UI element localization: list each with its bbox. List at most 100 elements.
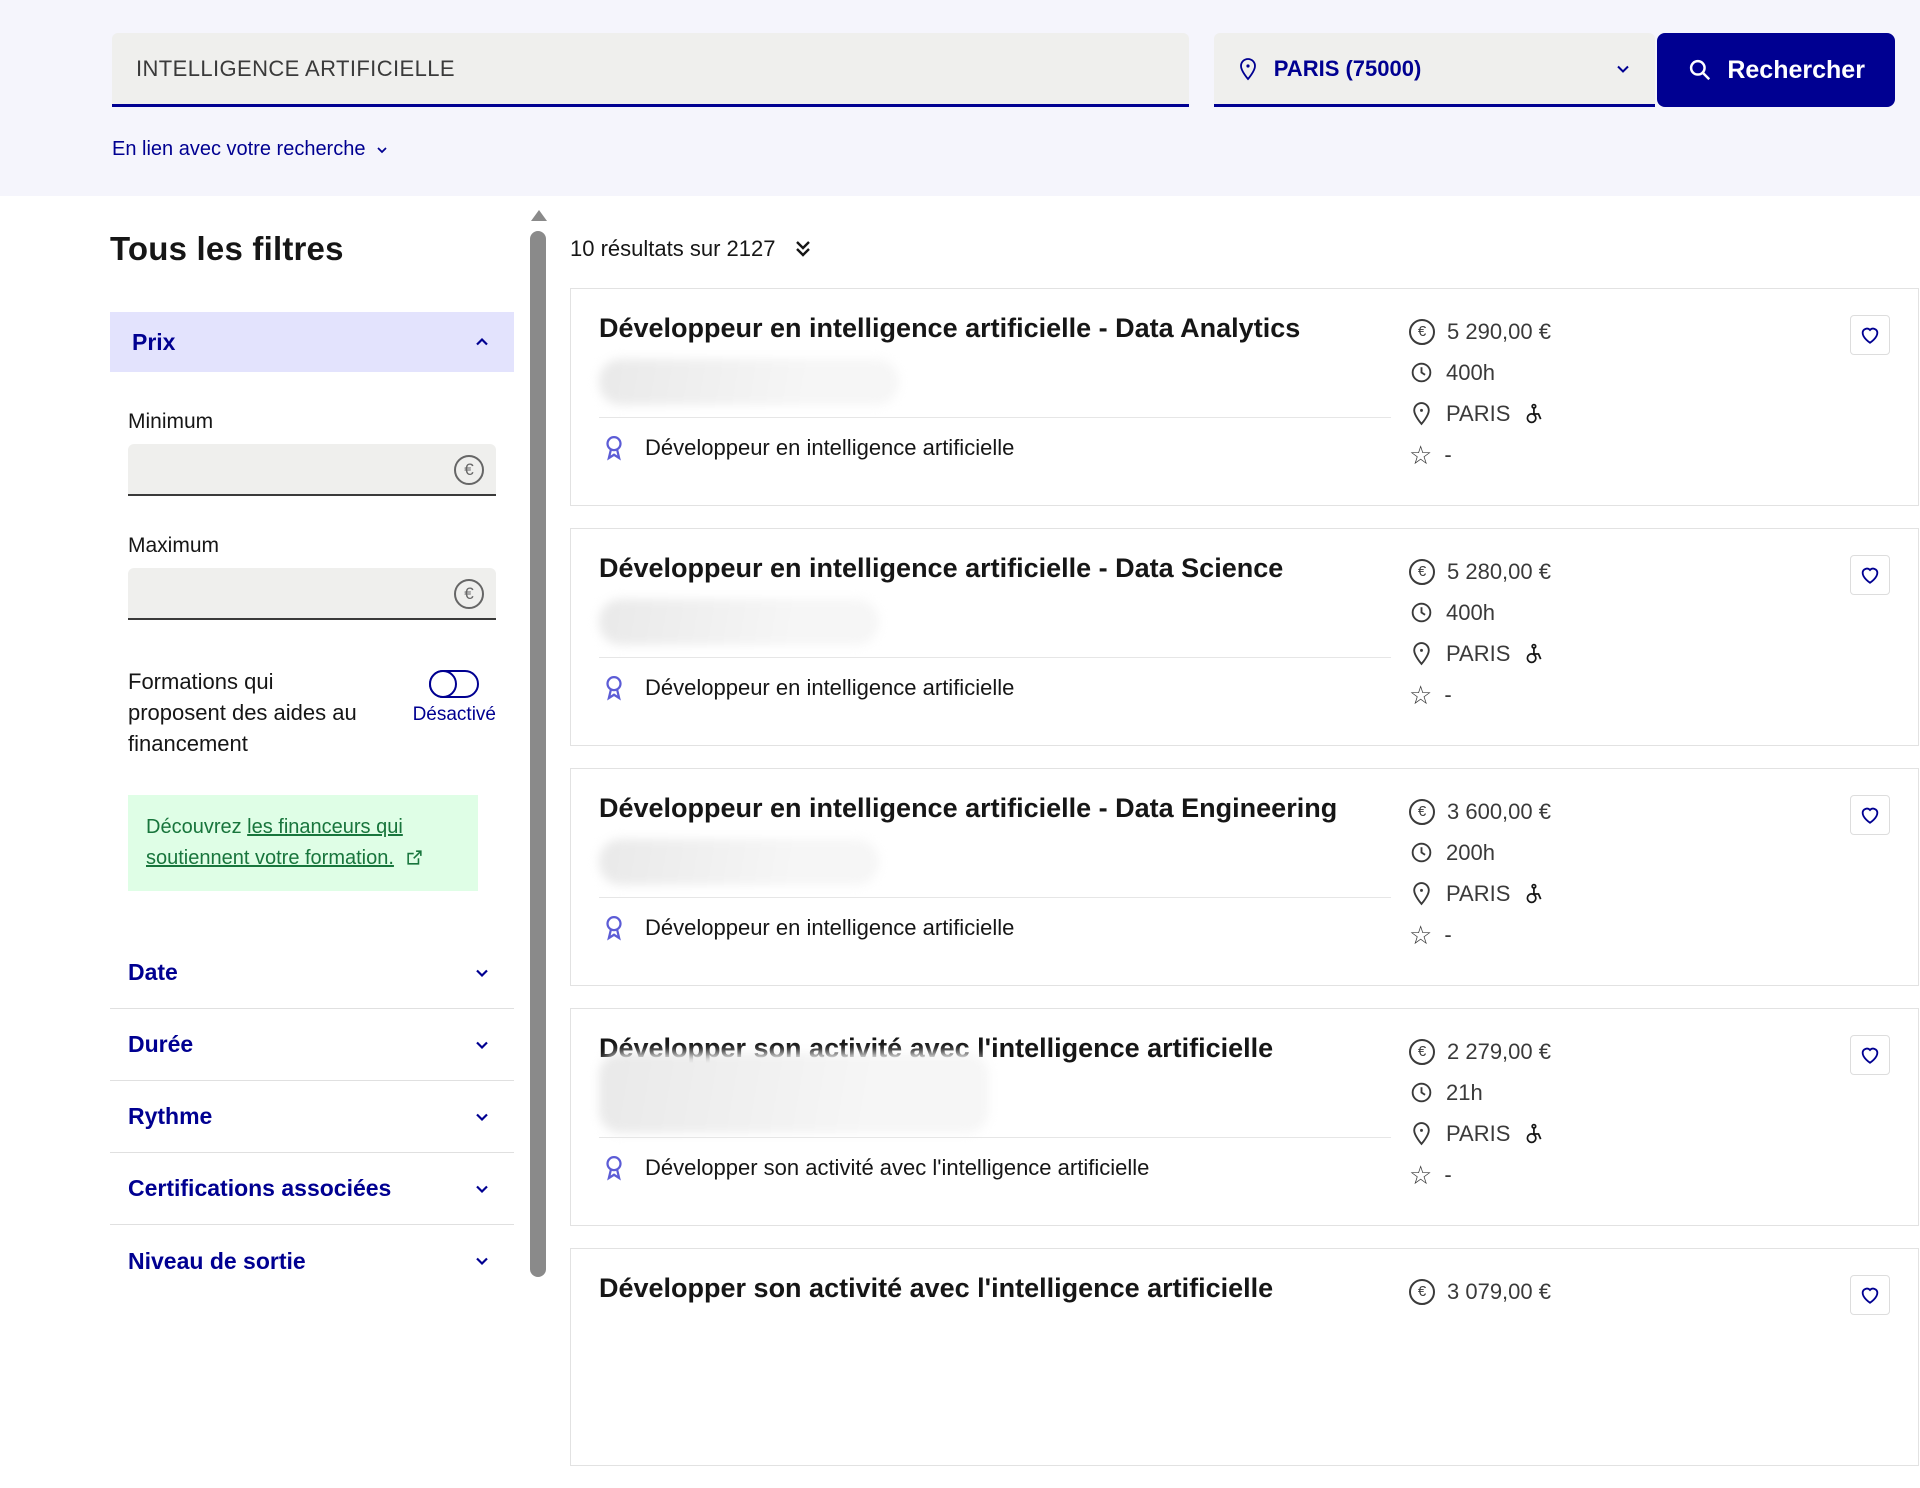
filter-prix-label: Prix bbox=[132, 328, 176, 355]
euro-icon: € bbox=[454, 579, 484, 609]
accordion-label: Date bbox=[128, 959, 178, 985]
financers-note: Découvrez les financeurs qui soutiennent… bbox=[128, 795, 478, 891]
location-pin-icon bbox=[1236, 57, 1260, 81]
clock-icon bbox=[1409, 600, 1434, 625]
filter-accordion-certifications[interactable]: Certifications associées bbox=[110, 1153, 514, 1225]
sidebar-scrollbar[interactable] bbox=[530, 210, 548, 1280]
course-title[interactable]: Développeur en intelligence artificielle… bbox=[599, 793, 1379, 824]
favorite-button[interactable] bbox=[1850, 315, 1890, 355]
star-icon: ☆ bbox=[1409, 439, 1433, 470]
favorite-button[interactable] bbox=[1850, 795, 1890, 835]
euro-icon: € bbox=[454, 455, 484, 485]
search-button[interactable]: Rechercher bbox=[1657, 33, 1895, 107]
course-title[interactable]: Développeur en intelligence artificielle… bbox=[599, 313, 1379, 344]
accordion-label: Durée bbox=[128, 1031, 194, 1057]
clock-icon bbox=[1409, 840, 1434, 865]
filter-accordion-duree[interactable]: Durée bbox=[110, 1009, 514, 1081]
toggle-knob bbox=[429, 670, 458, 698]
price: 5 290,00 € bbox=[1447, 318, 1551, 344]
favorite-button[interactable] bbox=[1850, 1275, 1890, 1315]
keywords-input[interactable] bbox=[136, 55, 1165, 82]
star-icon: ☆ bbox=[1409, 1159, 1433, 1190]
rating: - bbox=[1444, 681, 1452, 707]
clock-icon bbox=[1409, 1080, 1434, 1105]
certification-label: Développeur en intelligence artificielle bbox=[645, 675, 1015, 700]
accordion-label: Niveau de sortie bbox=[128, 1247, 306, 1274]
location-pin-icon bbox=[1409, 641, 1434, 666]
funding-toggle-label: Formations qui proposent des aides au fi… bbox=[128, 669, 357, 756]
result-card: Développeur en intelligence artificielle… bbox=[570, 768, 1919, 986]
price-max-field[interactable]: € bbox=[128, 568, 496, 620]
heart-icon bbox=[1859, 1284, 1881, 1306]
certification-label: Développeur en intelligence artificielle bbox=[645, 435, 1015, 460]
certification-ribbon-icon bbox=[599, 1153, 629, 1183]
price-min-field[interactable]: € bbox=[128, 444, 496, 496]
location: PARIS bbox=[1446, 1120, 1511, 1146]
external-link-icon bbox=[405, 848, 424, 867]
price-min-input[interactable] bbox=[128, 444, 496, 494]
related-search-link[interactable]: En lien avec votre recherche bbox=[112, 138, 390, 161]
duration: 400h bbox=[1446, 599, 1495, 625]
funding-toggle-state: Désactivé bbox=[412, 704, 496, 725]
chevron-down-icon[interactable] bbox=[1613, 59, 1633, 79]
keywords-field[interactable] bbox=[112, 33, 1189, 107]
chevron-down-icon bbox=[472, 1107, 492, 1127]
location: PARIS bbox=[1446, 880, 1511, 906]
certification-ribbon-icon bbox=[599, 433, 629, 463]
location-pin-icon bbox=[1409, 881, 1434, 906]
filter-accordion-rythme[interactable]: Rythme bbox=[110, 1081, 514, 1153]
accordion-label: Certifications associées bbox=[128, 1175, 392, 1201]
chevron-down-icon bbox=[472, 1251, 492, 1271]
location: PARIS bbox=[1446, 400, 1511, 426]
heart-icon bbox=[1859, 324, 1881, 346]
certification-label: Développeur en intelligence artificielle bbox=[645, 915, 1015, 940]
rating: - bbox=[1444, 921, 1452, 947]
filter-accordions: Date Durée Rythme Certifications associé… bbox=[110, 937, 514, 1297]
accessibility-icon bbox=[1522, 643, 1544, 665]
certification-ribbon-icon bbox=[599, 913, 629, 943]
star-icon: ☆ bbox=[1409, 679, 1433, 710]
chevron-down-icon bbox=[472, 963, 492, 983]
euro-icon: € bbox=[1409, 1038, 1435, 1065]
price: 3 600,00 € bbox=[1447, 798, 1551, 824]
results-list: Développeur en intelligence artificielle… bbox=[570, 288, 1920, 1466]
certification-ribbon-icon bbox=[599, 673, 629, 703]
filter-accordion-date[interactable]: Date bbox=[110, 937, 514, 1009]
divider bbox=[599, 1137, 1391, 1138]
search-icon bbox=[1687, 57, 1713, 83]
scroll-up-arrow-icon[interactable] bbox=[531, 210, 547, 221]
filters-sidebar: Tous les filtres Prix Minimum € Maximum … bbox=[110, 196, 514, 1297]
filters-title: Tous les filtres bbox=[110, 230, 344, 267]
result-card: Développeur en intelligence artificielle… bbox=[570, 288, 1919, 506]
financers-note-prefix: Découvrez bbox=[146, 816, 248, 838]
clock-icon bbox=[1409, 360, 1434, 385]
result-card: Développer son activité avec l'intellige… bbox=[570, 1248, 1919, 1466]
divider bbox=[599, 417, 1391, 418]
funding-toggle-row: Formations qui proposent des aides au fi… bbox=[128, 666, 496, 759]
favorite-button[interactable] bbox=[1850, 555, 1890, 595]
star-icon: ☆ bbox=[1409, 919, 1433, 950]
chevron-down-icon bbox=[472, 1179, 492, 1199]
chevron-up-icon bbox=[472, 332, 492, 352]
filter-accordion-niveau-sortie[interactable]: Niveau de sortie bbox=[110, 1225, 514, 1297]
price-max-input[interactable] bbox=[128, 568, 496, 618]
location: PARIS bbox=[1446, 640, 1511, 666]
results-panel: 10 résultats sur 2127 Développeur en int… bbox=[570, 196, 1920, 1488]
result-card: Développeur en intelligence artificielle… bbox=[570, 528, 1919, 746]
course-title[interactable]: Développer son activité avec l'intellige… bbox=[599, 1273, 1379, 1304]
accessibility-icon bbox=[1522, 1123, 1544, 1145]
funding-toggle-switch[interactable] bbox=[429, 670, 480, 698]
related-search-label: En lien avec votre recherche bbox=[112, 138, 366, 160]
scrollbar-thumb[interactable] bbox=[530, 231, 546, 1277]
duration: 400h bbox=[1446, 359, 1495, 385]
course-title[interactable]: Développeur en intelligence artificielle… bbox=[599, 553, 1379, 584]
euro-icon: € bbox=[1409, 558, 1435, 585]
search-button-label: Rechercher bbox=[1727, 55, 1865, 84]
favorite-button[interactable] bbox=[1850, 1035, 1890, 1075]
rating: - bbox=[1444, 1161, 1452, 1187]
double-chevron-down-icon[interactable] bbox=[791, 237, 815, 261]
certification-label: Développer son activité avec l'intellige… bbox=[645, 1155, 1150, 1180]
redacted-provider bbox=[599, 599, 879, 645]
location-field[interactable]: PARIS (75000) bbox=[1213, 33, 1656, 107]
filter-accordion-prix[interactable]: Prix bbox=[110, 312, 514, 372]
